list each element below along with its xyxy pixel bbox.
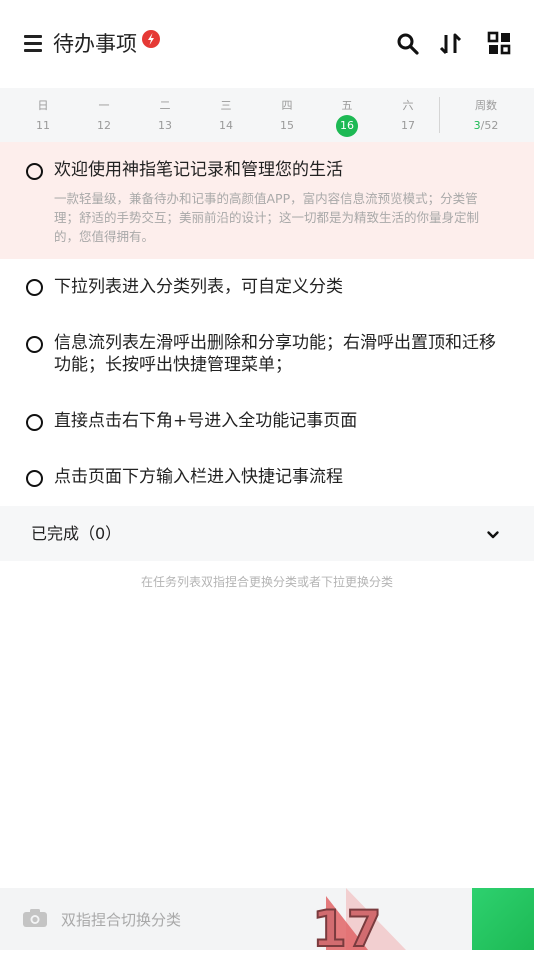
day-date: 11 bbox=[36, 119, 50, 132]
week-total: /52 bbox=[480, 119, 499, 132]
week-number: 周数 3/52 bbox=[450, 88, 522, 142]
day-date: 17 bbox=[401, 119, 415, 132]
day-date: 12 bbox=[97, 119, 111, 132]
day-name: 二 bbox=[159, 99, 171, 112]
day-tue[interactable]: 二 13 bbox=[145, 88, 185, 142]
task-checkbox[interactable] bbox=[26, 336, 43, 353]
task-checkbox[interactable] bbox=[26, 279, 43, 296]
sort-icon[interactable] bbox=[437, 30, 465, 58]
search-icon[interactable] bbox=[394, 30, 422, 58]
task-checkbox[interactable] bbox=[26, 163, 43, 180]
day-fri-today[interactable]: 五 16 bbox=[327, 88, 367, 142]
day-wed[interactable]: 三 14 bbox=[206, 88, 246, 142]
task-item[interactable]: 欢迎使用神指笔记记录和管理您的生活 一款轻量级，兼备待办和记事的高颜值APP，富… bbox=[0, 142, 534, 259]
day-name: 一 bbox=[98, 99, 110, 112]
day-date: 13 bbox=[158, 119, 172, 132]
task-title: 欢迎使用神指笔记记录和管理您的生活 bbox=[54, 160, 343, 180]
completed-label: 已完成（0） bbox=[31, 524, 122, 543]
page-title: 待办事项 bbox=[53, 32, 137, 56]
divider bbox=[439, 97, 440, 133]
sticker-text: 17 bbox=[312, 900, 382, 950]
task-item[interactable]: 点击页面下方输入栏进入快捷记事流程 bbox=[0, 449, 534, 506]
week-number-value: 3/52 bbox=[450, 119, 522, 132]
week-current: 3 bbox=[473, 119, 481, 132]
completed-section-header[interactable]: 已完成（0） bbox=[0, 506, 534, 561]
day-date: 15 bbox=[280, 119, 294, 132]
grid-view-icon[interactable] bbox=[486, 30, 514, 58]
camera-icon[interactable] bbox=[22, 908, 48, 928]
quick-input-bar[interactable]: 双指捏合切换分类 bbox=[0, 888, 534, 950]
task-checkbox[interactable] bbox=[26, 470, 43, 487]
day-date: 14 bbox=[219, 119, 233, 132]
task-title: 点击页面下方输入栏进入快捷记事流程 bbox=[54, 467, 343, 487]
week-strip: 日 11 一 12 二 13 三 14 四 15 五 16 六 17 周数 3/… bbox=[0, 88, 534, 142]
day-name: 六 bbox=[402, 99, 414, 112]
day-name: 五 bbox=[341, 99, 353, 112]
task-title: 信息流列表左滑呼出删除和分享功能；右滑呼出置顶和迁移功能；长按呼出快捷管理菜单； bbox=[54, 333, 496, 375]
day-thu[interactable]: 四 15 bbox=[267, 88, 307, 142]
menu-icon[interactable] bbox=[24, 35, 42, 53]
chevron-down-icon[interactable] bbox=[486, 527, 500, 541]
gesture-hint: 在任务列表双指捏合更换分类或者下拉更换分类 bbox=[140, 575, 393, 589]
day-mon[interactable]: 一 12 bbox=[84, 88, 124, 142]
day-name: 三 bbox=[220, 99, 232, 112]
task-item[interactable]: 信息流列表左滑呼出删除和分享功能；右滑呼出置顶和迁移功能；长按呼出快捷管理菜单； bbox=[0, 315, 534, 393]
lightning-badge-icon bbox=[142, 30, 160, 48]
add-note-button[interactable] bbox=[472, 888, 534, 950]
task-title: 下拉列表进入分类列表，可自定义分类 bbox=[54, 277, 343, 297]
task-item[interactable]: 直接点击右下角+号进入全功能记事页面 bbox=[0, 393, 534, 449]
day-name: 日 bbox=[37, 99, 49, 112]
decorative-sticker: 17 bbox=[306, 888, 426, 954]
day-sat[interactable]: 六 17 bbox=[388, 88, 428, 142]
task-description: 一款轻量级，兼备待办和记事的高颜值APP，富内容信息流预览模式；分类管理；舒适的… bbox=[54, 191, 480, 244]
quick-input-placeholder: 双指捏合切换分类 bbox=[61, 911, 182, 929]
task-title: 直接点击右下角+号进入全功能记事页面 bbox=[54, 411, 358, 431]
week-number-label: 周数 bbox=[475, 99, 497, 112]
day-date: 16 bbox=[340, 119, 354, 132]
task-checkbox[interactable] bbox=[26, 414, 43, 431]
app-header: 待办事项 bbox=[0, 0, 534, 88]
day-sun[interactable]: 日 11 bbox=[23, 88, 63, 142]
day-name: 四 bbox=[281, 99, 293, 112]
task-item[interactable]: 下拉列表进入分类列表，可自定义分类 bbox=[0, 259, 534, 315]
